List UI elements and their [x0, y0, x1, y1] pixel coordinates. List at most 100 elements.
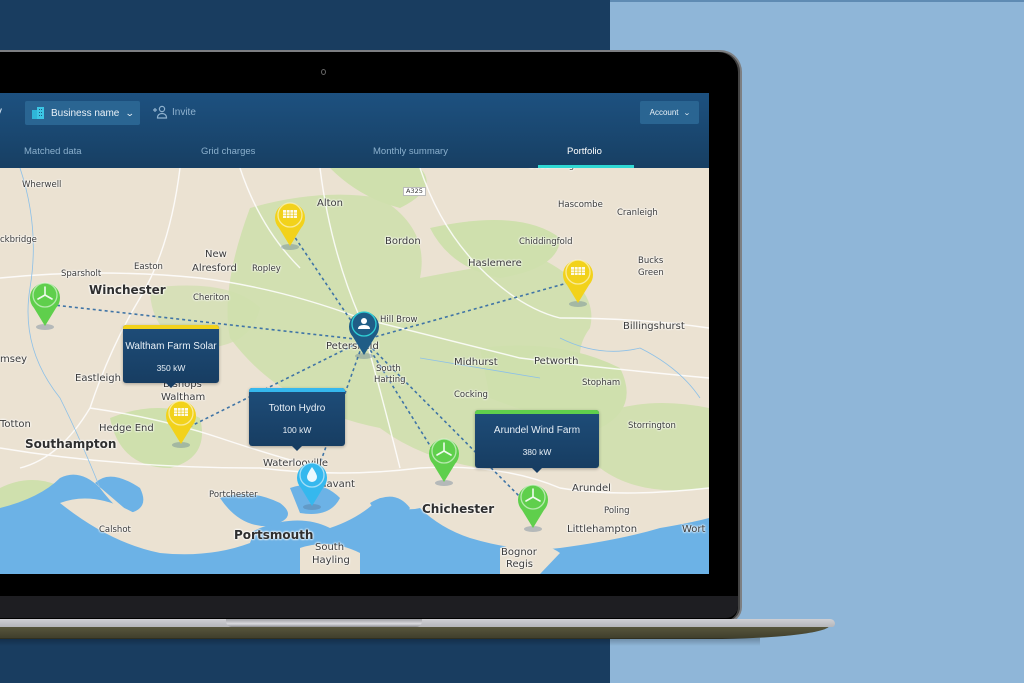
map-base-layer — [0, 168, 709, 574]
water-drop-icon — [297, 462, 327, 506]
site-marker-wind[interactable] — [424, 432, 464, 486]
popup-capacity: 380 kW — [522, 447, 552, 457]
map-label: Bordon — [385, 236, 421, 247]
site-popup-waltham-farm-solar[interactable]: Waltham Farm Solar 350 kW — [123, 325, 219, 388]
popup-title: Totton Hydro — [268, 403, 326, 414]
map-label: Bucks — [638, 256, 664, 266]
tab-bar: Matched data Grid charges Monthly summar… — [0, 137, 709, 168]
brand-logo-fragment[interactable]: y — [0, 104, 2, 118]
map-label: Easton — [134, 262, 163, 272]
tab-monthly-summary[interactable]: Monthly summary — [373, 146, 448, 157]
map-label: Stopham — [582, 378, 621, 388]
chevron-down-icon: ⌄ — [125, 107, 136, 118]
app-screen: y Business name ⌄ Invite Account ⌄ — [0, 93, 709, 574]
popup-capacity: 100 kW — [282, 425, 312, 435]
map-label: Hascombe — [558, 200, 603, 210]
map-label: msey — [0, 354, 28, 365]
map-label: Littlehampton — [567, 524, 638, 535]
map-label: Wort — [682, 524, 706, 535]
map-label: Bognor — [501, 547, 537, 558]
map-label: Alresford — [192, 263, 237, 274]
site-marker-solar[interactable] — [270, 196, 310, 250]
tab-grid-charges[interactable]: Grid charges — [201, 146, 255, 157]
chevron-down-icon: ⌄ — [682, 109, 691, 117]
laptop-base-underside — [0, 625, 830, 639]
popup-title: Waltham Farm Solar — [125, 341, 217, 352]
map-label: Haslemere — [468, 258, 522, 269]
map-label: Cocking — [454, 390, 488, 400]
building-icon — [32, 107, 44, 119]
map-label: Poling — [604, 506, 630, 516]
solar-panel-icon — [166, 400, 196, 444]
popup-tail — [166, 383, 176, 388]
map-label: Chichester — [422, 502, 495, 516]
map-label: Green — [638, 268, 664, 278]
hub-marker[interactable] — [344, 305, 384, 359]
map-label: Hayling — [312, 555, 350, 566]
map-label: Regis — [506, 559, 533, 570]
map-label: Chiddingfold — [519, 237, 573, 247]
site-marker-totton-hydro[interactable] — [292, 456, 332, 510]
site-popup-totton-hydro[interactable]: Totton Hydro 100 kW — [249, 388, 345, 451]
road-label: A325 — [403, 187, 426, 196]
site-marker-arundel-wind-farm[interactable] — [513, 478, 553, 532]
background-divider — [610, 0, 1024, 2]
map-label: Hedge End — [99, 423, 154, 434]
map-label: Cheriton — [193, 293, 230, 303]
site-marker-wind[interactable] — [25, 276, 65, 330]
site-marker-waltham-farm-solar[interactable] — [161, 394, 201, 448]
map-label: Portchester — [209, 490, 258, 500]
map-label: Ropley — [252, 264, 281, 274]
business-selector-label: Business name — [51, 107, 120, 119]
invite-label: Invite — [172, 106, 196, 118]
map-label: Cranleigh — [617, 208, 658, 218]
map-label: ckbridge — [0, 235, 37, 245]
user-icon — [349, 311, 379, 355]
app-header: y Business name ⌄ Invite Account ⌄ — [0, 93, 709, 168]
tab-matched-data[interactable]: Matched data — [24, 146, 82, 157]
map-label: Sparsholt — [61, 269, 102, 279]
invite-button[interactable]: Invite — [152, 105, 196, 119]
map-label: Billingshurst — [623, 321, 685, 332]
map-label: Arundel — [572, 483, 611, 494]
wind-turbine-icon — [429, 438, 459, 482]
solar-panel-icon — [563, 259, 593, 303]
map-label: New — [205, 249, 227, 260]
wind-turbine-icon — [518, 484, 548, 528]
map-label: Hill Brow — [380, 315, 418, 325]
tab-portfolio[interactable]: Portfolio — [567, 146, 602, 157]
map-label: Calshot — [99, 525, 131, 535]
map-label: Totton — [0, 419, 31, 430]
map-label: Winchester — [89, 283, 166, 297]
laptop-shadow — [0, 638, 760, 646]
webcam — [321, 69, 326, 75]
map-label: Petworth — [534, 356, 579, 367]
map-label: South — [376, 364, 401, 374]
account-menu-button[interactable]: Account ⌄ — [640, 101, 699, 124]
solar-panel-icon — [275, 202, 305, 246]
map-label: Godalming — [528, 168, 574, 171]
site-popup-arundel-wind-farm[interactable]: Arundel Wind Farm 380 kW — [475, 410, 599, 473]
popup-title: Arundel Wind Farm — [493, 425, 581, 436]
popup-type-bar — [249, 388, 345, 392]
map-label: Harting — [374, 375, 406, 385]
map-label: Portsmouth — [234, 528, 314, 542]
map-label: Storrington — [628, 421, 676, 431]
laptop-hinge-notch — [226, 619, 422, 627]
popup-tail — [532, 468, 542, 473]
map-label: Alton — [317, 198, 343, 209]
map-label: Eastleigh — [75, 373, 121, 384]
site-marker-solar[interactable] — [558, 253, 598, 307]
popup-capacity: 350 kW — [156, 363, 186, 373]
add-user-icon — [153, 105, 168, 119]
portfolio-map[interactable]: Wherwell Alton A325 Godalming Hascombe C… — [0, 168, 709, 574]
popup-type-bar — [475, 410, 599, 414]
map-label: Southampton — [25, 437, 117, 451]
map-label: South — [315, 542, 345, 553]
wind-turbine-icon — [30, 282, 60, 326]
popup-type-bar — [123, 325, 219, 329]
laptop-bezel-bottom — [0, 596, 738, 618]
account-label: Account — [649, 108, 679, 117]
business-selector[interactable]: Business name ⌄ — [25, 101, 140, 125]
map-label: Midhurst — [454, 357, 498, 368]
